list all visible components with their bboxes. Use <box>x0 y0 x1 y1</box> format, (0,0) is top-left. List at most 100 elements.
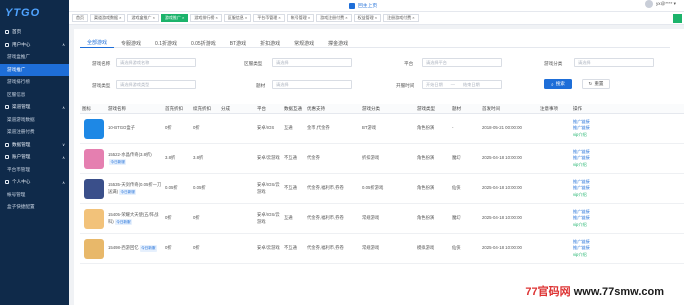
cell-comm: 不互通 <box>282 155 305 162</box>
cell-sup: 代金券,福利币,券卷 <box>305 185 360 192</box>
cell-text: 10-BTGO盒子 <box>108 125 135 131</box>
cell-cat: 常规游戏 <box>360 215 415 222</box>
category-tab[interactable]: 撑金游戏 <box>321 38 355 48</box>
cell-text: 仙侠 <box>452 245 461 251</box>
cell-text: 互通 <box>284 125 293 131</box>
actions-cell: 推广链接 推广链接 vip介绍 <box>571 179 611 199</box>
zone-type-select[interactable]: 请选择 <box>272 58 352 67</box>
game-category-select[interactable]: 请选择 <box>574 58 654 67</box>
game-icon <box>84 208 104 229</box>
vip-intro-link[interactable]: vip介绍 <box>573 252 611 259</box>
cell-text: 角色扮演 <box>417 155 435 161</box>
cell-first: 0折 <box>163 125 191 132</box>
column-header: 图标 <box>82 105 91 111</box>
start-date-placeholder: 开始日期 <box>426 81 443 87</box>
column-header: 题材 <box>452 105 461 111</box>
user-menu[interactable]: yx@**** ▾ <box>645 0 676 8</box>
category-tab[interactable]: 常规游戏 <box>287 38 321 48</box>
cell-text: 3.8折 <box>165 155 176 161</box>
cell-text: 安卓/IOS <box>257 125 275 131</box>
category-tab[interactable]: 0.05折游戏 <box>184 38 223 48</box>
cell-sup: 代金券 <box>305 155 360 162</box>
category-tab[interactable]: 专服游戏 <box>114 38 148 48</box>
tabs-more-icon[interactable] <box>673 14 682 23</box>
game-name-input[interactable]: 请选择游戏名称 <box>116 58 196 67</box>
sidebar-item-label: 盒子快捷配置 <box>7 204 35 210</box>
sidebar-item[interactable]: 账户管理 ∧ <box>0 151 69 164</box>
page-tab[interactable]: 渠道游戏数据 × <box>90 14 126 22</box>
games-table: 图标 游戏名称 首充折扣 续充折扣 分成 平台 数据互通 优惠支持 游戏分类 游戏类型 题材 首发时间… <box>80 104 684 264</box>
chevron-icon: ∧ <box>62 179 65 185</box>
home-icon <box>349 2 355 9</box>
sidebar-item[interactable]: 盒子快捷配置 <box>0 201 69 214</box>
cell-cont: 0折 <box>191 125 219 132</box>
category-tab[interactable]: 0.1折游戏 <box>148 38 184 48</box>
cell-theme: 仙侠 <box>450 185 480 192</box>
page-tab[interactable]: 游戏排行榜 × <box>190 14 222 22</box>
cell-text: 互通 <box>284 215 293 221</box>
reset-button[interactable]: ↻ 重置 <box>582 79 610 89</box>
page-tabs: 首页 渠道游戏数据 × 游戏盒推广 × 游戏推广 × 游戏排行榜 × 区服信息 × 平台币管… <box>72 14 419 22</box>
vip-intro-link[interactable]: vip介绍 <box>573 162 611 169</box>
platform-select[interactable]: 请选择平台 <box>422 58 502 67</box>
sidebar-item[interactable]: 用户中心 ∧ <box>0 39 69 52</box>
cell-text: 折扣游戏 <box>362 155 380 161</box>
cell-sup: 代金券,福利币,券卷 <box>305 245 360 252</box>
cell-text: 不互通 <box>284 155 297 161</box>
sidebar-item-label: 账户管理 <box>12 154 31 160</box>
sidebar-item[interactable]: 渠道游戏数据 <box>0 114 69 127</box>
category-tab[interactable]: 折扣游戏 <box>253 38 287 48</box>
cell-text: 0折 <box>193 245 200 251</box>
cell-text: 0.05折 <box>165 185 178 191</box>
page-tab[interactable]: 平台币管理 × <box>253 14 285 22</box>
sidebar-item[interactable]: 个人中心 ∧ <box>0 176 69 189</box>
actions-cell: 推广链接 推广链接 vip介绍 <box>571 209 611 229</box>
column-header: 优惠支持 <box>307 105 325 111</box>
search-button[interactable]: ⌕ 搜索 <box>544 79 572 89</box>
page-tab[interactable]: 帐号管理 × <box>286 14 315 22</box>
sidebar-item[interactable]: 区服信息 <box>0 89 69 102</box>
theme-select[interactable]: 请选择 <box>272 80 352 89</box>
vip-intro-link[interactable]: vip介绍 <box>573 132 611 139</box>
app-logo: YTGO <box>5 7 41 19</box>
game-icon-cell <box>80 178 106 199</box>
sidebar-item[interactable]: 平台币管理 <box>0 164 69 177</box>
page-tab[interactable]: 游戏盒推广 × <box>127 14 159 22</box>
cell-text: 角色扮演 <box>417 185 435 191</box>
new-server-badge: 今日新服 <box>119 188 137 195</box>
sidebar-nav: 首页 用户中心 ∧ 游戏盒推广 游戏推广 游戏排行榜 区服信息 渠道管理 ∧ 渠道游戏数据渠道注册… <box>0 26 69 214</box>
game-type-select[interactable]: 请选择游戏类型 <box>116 80 196 89</box>
sidebar-item[interactable]: 帐号管理 <box>0 189 69 202</box>
cell-text: 魔幻 <box>452 155 461 161</box>
cell-ftime: 2018-05-21 00:00:00 <box>480 125 538 132</box>
page-tab[interactable]: 游戏注册付费 × <box>316 14 352 22</box>
page-tab[interactable]: 游戏推广 × <box>160 14 189 22</box>
table-row: 15405-荣耀大天使(五/阵战科) 今日新服 0折 0折 安卓/IOS/云游戏 互通 代金… <box>80 204 684 234</box>
open-time-range[interactable]: 开始日期 — 结束日期 <box>422 80 502 89</box>
sidebar: YTGO 首页 用户中心 ∧ 游戏盒推广 游戏推广 游戏排行榜 区服信息 渠道管理 ∧ 渠道游戏数… <box>0 0 69 305</box>
home-button[interactable]: 回主上页 <box>349 1 377 10</box>
page-tab[interactable]: 首页 <box>72 14 88 22</box>
sidebar-item[interactable]: 游戏推广 <box>0 63 69 76</box>
vip-intro-link[interactable]: vip介绍 <box>573 222 611 229</box>
cell-text: 0.05折 <box>193 185 206 191</box>
vip-intro-link[interactable]: vip介绍 <box>573 192 611 199</box>
column-header: 操作 <box>573 105 582 111</box>
sidebar-item[interactable]: 数据管理 ∨ <box>0 139 69 152</box>
page-tab[interactable]: 区服信息 × <box>223 14 252 22</box>
page-tab[interactable]: 注册游戏付费 × <box>383 14 419 22</box>
cell-text: 安卓/云游戏 <box>257 245 280 251</box>
sidebar-item[interactable]: 游戏盒推广 <box>0 51 69 64</box>
page-tab[interactable]: 权益管理 × <box>353 14 382 22</box>
sidebar-item-label: 数据管理 <box>12 141 31 147</box>
sidebar-item-label: 渠道注册付费 <box>7 129 35 135</box>
reset-icon: ↻ <box>588 81 593 86</box>
sidebar-item[interactable]: 游戏排行榜 <box>0 76 69 89</box>
sidebar-item[interactable]: 首页 <box>0 26 69 39</box>
category-tab[interactable]: BT游戏 <box>223 38 253 48</box>
sidebar-item[interactable]: 渠道注册付费 <box>0 126 69 139</box>
cell-cat: BT游戏 <box>360 125 415 132</box>
category-tab[interactable]: 全部游戏 <box>80 38 115 48</box>
sidebar-item[interactable]: 渠道管理 ∧ <box>0 101 69 114</box>
cell-ftime: 2025-04-18 10:00:00 <box>480 155 538 162</box>
